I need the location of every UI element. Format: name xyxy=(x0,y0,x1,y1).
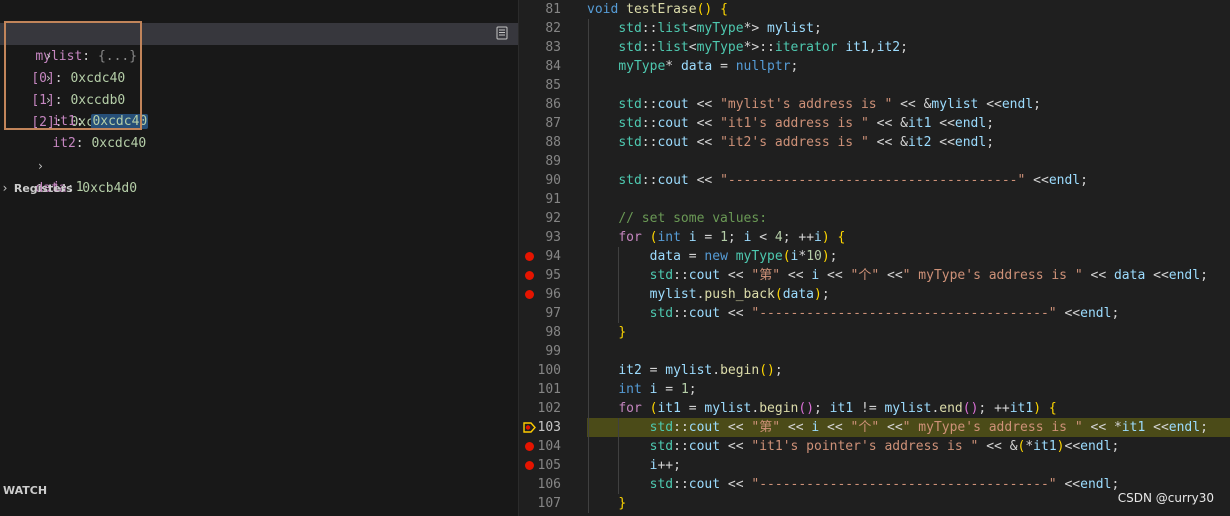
line-number[interactable]: 81 xyxy=(519,0,561,19)
code-text[interactable]: int i = 1; xyxy=(587,380,696,399)
code-text[interactable]: myType* data = nullptr; xyxy=(587,57,798,76)
code-text[interactable]: std::list<myType*> mylist; xyxy=(587,19,822,38)
variable-mylist[interactable]: ⌄ mylist: {...} xyxy=(4,1,137,64)
watch-section-header[interactable]: WATCH xyxy=(3,484,47,497)
line-number[interactable]: 103 xyxy=(519,418,561,437)
code-line-102[interactable]: 102 for (it1 = mylist.begin(); it1 != my… xyxy=(519,399,1230,418)
code-line-90[interactable]: 90 std::cout << "-----------------------… xyxy=(519,171,1230,190)
code-text[interactable]: std::cout << "it1's pointer's address is… xyxy=(587,437,1120,456)
indent-guide xyxy=(618,418,619,494)
annotation-highlight-box xyxy=(4,21,142,130)
line-number[interactable]: 85 xyxy=(519,76,561,95)
code-line-95[interactable]: 95 std::cout << "第" << i << "个" <<" myTy… xyxy=(519,266,1230,285)
code-text[interactable]: std::cout << "--------------------------… xyxy=(587,171,1088,190)
code-text[interactable]: mylist.push_back(data); xyxy=(587,285,830,304)
line-number[interactable]: 87 xyxy=(519,114,561,133)
code-line-104[interactable]: 104 std::cout << "it1's pointer's addres… xyxy=(519,437,1230,456)
code-line-89[interactable]: 89 xyxy=(519,152,1230,171)
code-line-81[interactable]: 81 void testErase() { xyxy=(519,0,1230,19)
line-number[interactable]: 98 xyxy=(519,323,561,342)
code-text[interactable]: std::cout << "it2's address is " << &it2… xyxy=(587,133,994,152)
line-number[interactable]: 107 xyxy=(519,494,561,513)
watermark: CSDN @curry30 xyxy=(1117,491,1214,505)
line-number[interactable]: 82 xyxy=(519,19,561,38)
line-number[interactable]: 97 xyxy=(519,304,561,323)
line-number[interactable]: 101 xyxy=(519,380,561,399)
code-line-82[interactable]: 82 std::list<myType*> mylist; xyxy=(519,19,1230,38)
code-line-103[interactable]: 103 std::cout << "第" << i << "个" <<" myT… xyxy=(519,418,1230,437)
code-line-87[interactable]: 87 std::cout << "it1's address is " << &… xyxy=(519,114,1230,133)
line-number[interactable]: 90 xyxy=(519,171,561,190)
variable-value: 1 xyxy=(75,180,84,195)
code-text[interactable]: for (int i = 1; i < 4; ++i) { xyxy=(587,228,845,247)
copy-value-icon[interactable] xyxy=(495,26,509,40)
code-text[interactable]: i++; xyxy=(587,456,681,475)
indent-guide xyxy=(618,247,619,323)
line-number[interactable]: 105 xyxy=(519,456,561,475)
code-line-99[interactable]: 99 xyxy=(519,342,1230,361)
code-text[interactable]: std::cout << "第" << i << "个" <<" myType'… xyxy=(587,266,1208,285)
line-number[interactable]: 99 xyxy=(519,342,561,361)
code-line-83[interactable]: 83 std::list<myType*>::iterator it1,it2; xyxy=(519,38,1230,57)
variable-value: 0xcb4d0 xyxy=(82,181,138,196)
variable-i[interactable]: i: 1 xyxy=(21,155,83,195)
line-number[interactable]: 100 xyxy=(519,361,561,380)
registers-section[interactable]: › Registers xyxy=(0,178,73,198)
code-text[interactable]: void testErase() { xyxy=(587,0,728,19)
code-text[interactable]: data = new myType(i*10); xyxy=(587,247,838,266)
code-line-88[interactable]: 88 std::cout << "it2's address is " << &… xyxy=(519,133,1230,152)
code-line-94[interactable]: 94 data = new myType(i*10); xyxy=(519,247,1230,266)
code-line-101[interactable]: 101 int i = 1; xyxy=(519,380,1230,399)
code-line-91[interactable]: 91 xyxy=(519,190,1230,209)
chevron-right-icon[interactable]: › xyxy=(0,178,10,198)
line-number[interactable]: 93 xyxy=(519,228,561,247)
code-line-97[interactable]: 97 std::cout << "-----------------------… xyxy=(519,304,1230,323)
code-text[interactable]: std::list<myType*>::iterator it1,it2; xyxy=(587,38,908,57)
code-text[interactable]: } xyxy=(587,323,626,342)
debug-variables-panel: ⌄ mylist: {...} › [0]: 0xcdc40 › [1]: 0x… xyxy=(0,0,518,516)
code-text[interactable]: // set some values: xyxy=(587,209,767,228)
line-number[interactable]: 104 xyxy=(519,437,561,456)
code-text[interactable]: std::cout << "--------------------------… xyxy=(587,304,1120,323)
code-text[interactable]: std::cout << "it1's address is " << &it1… xyxy=(587,114,994,133)
code-text[interactable]: for (it1 = mylist.begin(); it1 != mylist… xyxy=(587,399,1056,418)
code-line-93[interactable]: 93 for (int i = 1; i < 4; ++i) { xyxy=(519,228,1230,247)
code-line-84[interactable]: 84 myType* data = nullptr; xyxy=(519,57,1230,76)
code-line-86[interactable]: 86 std::cout << "mylist's address is " <… xyxy=(519,95,1230,114)
line-number[interactable]: 96 xyxy=(519,285,561,304)
code-line-105[interactable]: 105 i++; xyxy=(519,456,1230,475)
line-number[interactable]: 106 xyxy=(519,475,561,494)
line-number[interactable]: 95 xyxy=(519,266,561,285)
registers-label: Registers xyxy=(13,182,73,195)
code-text[interactable]: std::cout << "mylist's address is " << &… xyxy=(587,95,1041,114)
line-number[interactable]: 88 xyxy=(519,133,561,152)
code-text[interactable]: } xyxy=(587,494,626,513)
indent-guide xyxy=(588,19,589,513)
line-number[interactable]: 84 xyxy=(519,57,561,76)
line-number[interactable]: 102 xyxy=(519,399,561,418)
code-line-85[interactable]: 85 xyxy=(519,76,1230,95)
code-line-100[interactable]: 100 it2 = mylist.begin(); xyxy=(519,361,1230,380)
code-line-92[interactable]: 92 // set some values: xyxy=(519,209,1230,228)
line-number[interactable]: 91 xyxy=(519,190,561,209)
code-line-98[interactable]: 98 } xyxy=(519,323,1230,342)
line-number[interactable]: 89 xyxy=(519,152,561,171)
line-number[interactable]: 92 xyxy=(519,209,561,228)
variable-data[interactable]: › data: 0xcb4d0 xyxy=(4,133,137,196)
code-editor[interactable]: 81 void testErase() {82 std::list<myType*… xyxy=(519,0,1230,516)
line-number[interactable]: 94 xyxy=(519,247,561,266)
code-line-96[interactable]: 96 mylist.push_back(data); xyxy=(519,285,1230,304)
code-text[interactable]: it2 = mylist.begin(); xyxy=(587,361,782,380)
line-number[interactable]: 86 xyxy=(519,95,561,114)
line-number[interactable]: 83 xyxy=(519,38,561,57)
code-text[interactable]: std::cout << "--------------------------… xyxy=(587,475,1120,494)
code-text[interactable]: std::cout << "第" << i << "个" <<" myType'… xyxy=(587,418,1208,437)
